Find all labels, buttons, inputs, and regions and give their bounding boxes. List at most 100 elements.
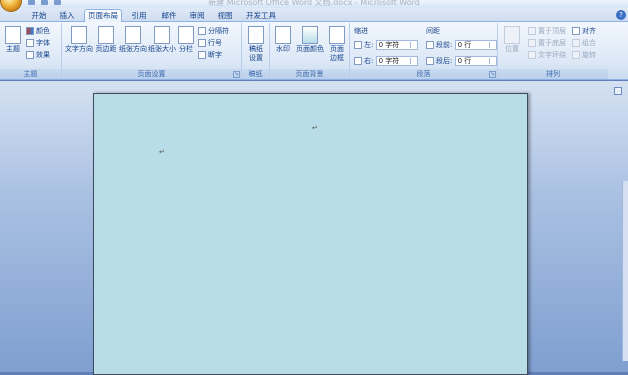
colors-icon	[26, 27, 34, 35]
group-paragraph: 缩进 左: 0 字符 右: 0 字符 间距 段前: 0 行 段后: 0 行 段落…	[350, 23, 498, 79]
tab-review[interactable]: 审阅	[184, 10, 210, 22]
draft-paper-icon	[248, 26, 264, 44]
watermark-button[interactable]: 水印	[273, 26, 293, 54]
group-objects-label: 组合	[582, 39, 596, 47]
undo-icon[interactable]	[41, 0, 48, 5]
tab-references[interactable]: 引用	[126, 10, 152, 22]
send-back-label: 置于底层	[538, 39, 566, 47]
draft-settings-button[interactable]: 稿纸 设置	[245, 26, 267, 63]
tab-mailings[interactable]: 邮件	[156, 10, 182, 22]
bring-front-icon	[528, 27, 536, 35]
orientation-button[interactable]: 纸张方向	[119, 26, 147, 54]
group-page-background: 水印 页面颜色 页面 边框 页面背景	[270, 23, 350, 79]
orientation-label: 纸张方向	[119, 45, 147, 53]
group-label-paragraph: 段落	[350, 69, 497, 79]
group-draft: 稿纸 设置 稿纸	[242, 23, 270, 79]
align-icon	[572, 27, 580, 35]
send-back-button[interactable]: 置于底层	[528, 38, 566, 48]
line-numbers-label: 行号	[208, 39, 222, 47]
indent-right-input[interactable]: 0 字符	[375, 56, 418, 66]
spacing-header: 间距	[426, 27, 440, 35]
group-label-page-setup: 页面设置	[62, 69, 241, 79]
effects-label: 效果	[36, 51, 50, 59]
columns-button[interactable]: 分栏	[177, 26, 195, 54]
group-label-draft: 稿纸	[242, 69, 269, 79]
spacing-after-input[interactable]: 0 行	[454, 56, 497, 66]
tab-view[interactable]: 视图	[212, 10, 238, 22]
orientation-icon	[125, 26, 141, 44]
spacing-after-icon	[426, 57, 434, 65]
page-color-label: 页面颜色	[296, 45, 324, 53]
group-label-theme: 主题	[0, 69, 61, 79]
text-direction-label: 文字方向	[65, 45, 93, 53]
vertical-scrollbar[interactable]	[622, 181, 628, 361]
watermark-label: 水印	[276, 45, 290, 53]
text-direction-button[interactable]: 文字方向	[65, 26, 93, 54]
margins-button[interactable]: 页边距	[94, 26, 118, 54]
indent-header: 缩进	[354, 27, 368, 35]
colors-label: 颜色	[36, 27, 50, 35]
spacing-before-icon	[426, 41, 434, 49]
text-wrap-label: 文字环绕	[538, 51, 566, 59]
size-button[interactable]: 纸张大小	[148, 26, 176, 54]
tab-home[interactable]: 开始	[26, 10, 52, 22]
indent-right-icon	[354, 57, 362, 65]
page-color-button[interactable]: 页面颜色	[295, 26, 325, 54]
ribbon: 主题 颜色 字体 效果 主题 文字方向 页边距 纸张方向 纸张大小 分栏 分隔符…	[0, 22, 628, 80]
redo-icon[interactable]	[54, 0, 61, 5]
position-button[interactable]: 位置	[502, 26, 522, 54]
text-direction-icon	[71, 26, 87, 44]
tab-page-layout[interactable]: 页面布局	[84, 9, 122, 23]
fonts-icon	[26, 39, 34, 47]
line-numbers-icon	[198, 39, 206, 47]
view-ruler-icon[interactable]	[614, 87, 622, 95]
align-label: 对齐	[582, 27, 596, 35]
paragraph-mark-1: ↵	[312, 124, 318, 132]
indent-left-input[interactable]: 0 字符	[375, 40, 418, 50]
rotate-button[interactable]: 旋转	[572, 50, 596, 60]
spacing-before-label: 段前:	[436, 41, 453, 49]
tab-developer[interactable]: 开发工具	[242, 10, 280, 22]
group-objects-button[interactable]: 组合	[572, 38, 596, 48]
line-numbers-button[interactable]: 行号	[198, 38, 222, 48]
theme-fonts-button[interactable]: 字体	[26, 38, 50, 48]
themes-icon	[5, 26, 21, 44]
spacing-before-input[interactable]: 0 行	[454, 40, 497, 50]
title-bar: 新建 Microsoft Office Word 文档.docx - Micro…	[0, 0, 628, 8]
hyphenation-button[interactable]: 断字	[198, 50, 222, 60]
effects-icon	[26, 51, 34, 59]
bring-front-label: 置于顶层	[538, 27, 566, 35]
themes-button[interactable]: 主题	[3, 26, 23, 54]
paragraph-mark-2: ↵	[159, 148, 165, 156]
spacing-before-row: 段前: 0 行	[426, 40, 497, 50]
watermark-icon	[275, 26, 291, 44]
hyphenation-icon	[198, 51, 206, 59]
paragraph-launcher-icon[interactable]: ↘	[489, 71, 496, 78]
group-label-arrange: 排列	[498, 69, 608, 79]
group-label-page-background: 页面背景	[270, 69, 349, 79]
page-borders-button[interactable]: 页面 边框	[326, 26, 348, 63]
indent-left-icon	[354, 41, 362, 49]
save-icon[interactable]	[28, 0, 35, 5]
tab-insert[interactable]: 插入	[54, 10, 80, 22]
align-button[interactable]: 对齐	[572, 26, 596, 36]
margins-icon	[98, 26, 114, 44]
page-setup-launcher-icon[interactable]: ↘	[233, 71, 240, 78]
breaks-button[interactable]: 分隔符	[198, 26, 229, 36]
size-icon	[154, 26, 170, 44]
theme-effects-button[interactable]: 效果	[26, 50, 50, 60]
size-label: 纸张大小	[148, 45, 176, 53]
text-wrap-button[interactable]: 文字环绕	[528, 50, 566, 60]
document-page[interactable]: ↵ ↵	[93, 93, 528, 375]
bring-front-button[interactable]: 置于顶层	[528, 26, 566, 36]
rotate-icon	[572, 51, 580, 59]
page-borders-label-1: 页面	[330, 45, 344, 53]
indent-left-row: 左: 0 字符	[354, 40, 418, 50]
ribbon-tabs: 开始 插入 页面布局 引用 邮件 审阅 视图 开发工具 ?	[0, 8, 628, 23]
themes-label: 主题	[6, 45, 20, 53]
fonts-label: 字体	[36, 39, 50, 47]
indent-right-label: 右:	[364, 57, 374, 65]
help-icon[interactable]: ?	[616, 10, 626, 20]
group-arrange: 位置 置于顶层 置于底层 文字环绕 对齐 组合 旋转 排列	[498, 23, 608, 79]
theme-colors-button[interactable]: 颜色	[26, 26, 50, 36]
